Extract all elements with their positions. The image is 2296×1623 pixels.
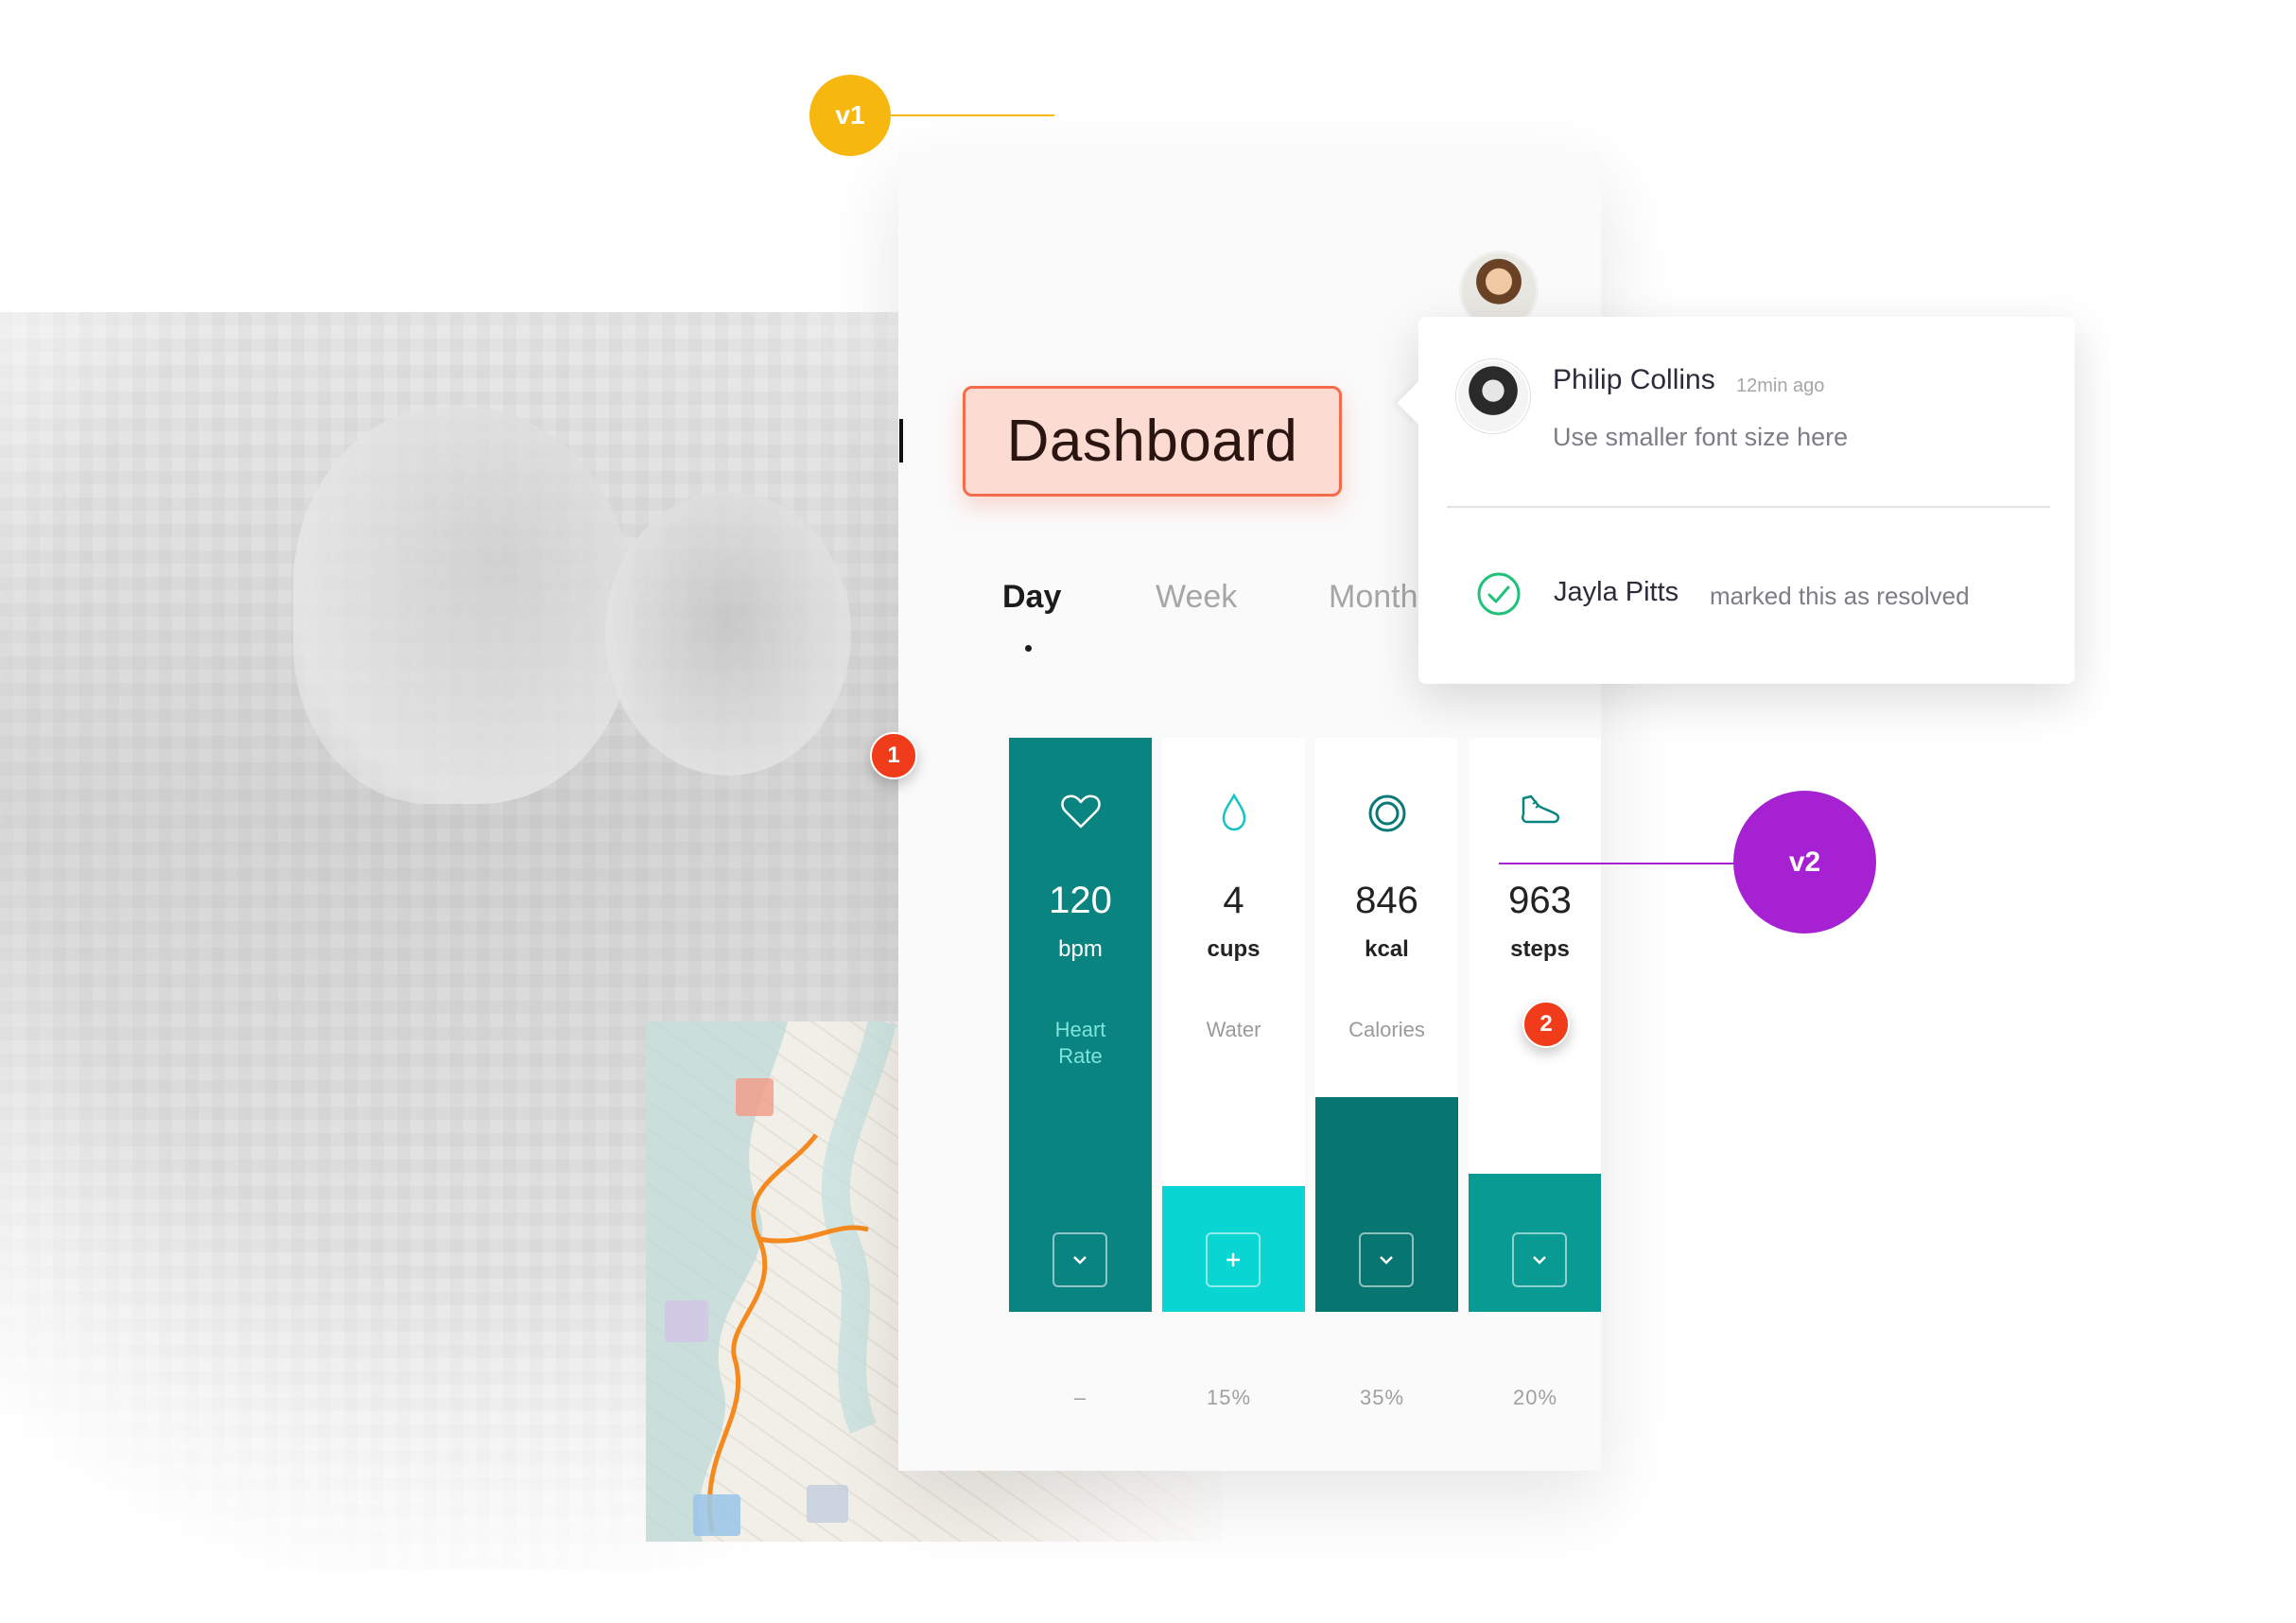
metric-label: Calories xyxy=(1348,1018,1425,1041)
calories-ring-icon xyxy=(1315,793,1458,834)
chevron-down-icon xyxy=(1380,1256,1393,1265)
text-cursor xyxy=(899,419,903,462)
tab-week[interactable]: Week xyxy=(1156,579,1237,616)
metric-label: Water xyxy=(1206,1018,1261,1041)
metric-unit: kcal xyxy=(1365,936,1409,962)
chevron-down-icon xyxy=(1533,1256,1546,1265)
resolved-text: marked this as resolved xyxy=(1710,582,1970,610)
metric-unit: bpm xyxy=(1058,936,1103,962)
metric-percent: 15% xyxy=(1206,1386,1252,1409)
metric-value: 4 xyxy=(1223,880,1244,921)
resolved-by[interactable]: Jayla Pitts xyxy=(1554,577,1679,608)
v1-connector xyxy=(891,114,1054,116)
metric-percent: – xyxy=(1073,1386,1087,1409)
version-marker-v1[interactable]: v1 xyxy=(809,75,891,156)
metric-value: 120 xyxy=(1049,880,1112,921)
metric-card-water[interactable]: 4 cups Water xyxy=(1162,738,1305,1312)
heart-icon xyxy=(1009,793,1152,830)
metric-percent: 20% xyxy=(1512,1386,1558,1409)
metric-unit: steps xyxy=(1510,936,1570,962)
commenter-avatar[interactable] xyxy=(1456,359,1530,433)
canvas: Dashboard Day Week Month 120 bpm Heart R… xyxy=(0,0,2296,1623)
water-drop-icon xyxy=(1162,793,1305,832)
tab-month[interactable]: Month xyxy=(1329,579,1418,616)
plus-icon xyxy=(1226,1253,1240,1266)
expand-button[interactable] xyxy=(1512,1232,1567,1287)
v2-connector xyxy=(1499,863,1735,864)
comment-pin-1[interactable]: 1 xyxy=(870,732,917,779)
comment-time: 12min ago xyxy=(1736,375,1825,396)
comment-popover: Philip Collins 12min ago Use smaller fon… xyxy=(1397,317,2075,684)
page-title-highlight[interactable]: Dashboard xyxy=(963,386,1342,497)
metric-unit: cups xyxy=(1207,936,1261,962)
metric-value: 846 xyxy=(1355,880,1418,921)
background-person-1 xyxy=(293,407,634,804)
active-tab-indicator xyxy=(1025,645,1032,652)
comment-text: Use smaller font size here xyxy=(1553,423,1849,451)
metric-card-calories[interactable]: 846 kcal Calories xyxy=(1315,738,1458,1312)
divider xyxy=(1447,506,2050,508)
chevron-down-icon xyxy=(1073,1256,1087,1265)
sneaker-icon xyxy=(1469,793,1601,827)
check-circle-icon xyxy=(1477,572,1521,616)
expand-button[interactable] xyxy=(1359,1232,1414,1287)
metric-percent: 35% xyxy=(1359,1386,1405,1409)
add-button[interactable] xyxy=(1206,1232,1261,1287)
comment-author[interactable]: Philip Collins xyxy=(1553,364,1715,396)
metric-value: 963 xyxy=(1508,880,1572,921)
version-marker-v2[interactable]: v2 xyxy=(1733,791,1876,934)
metric-card-heart-rate[interactable]: 120 bpm Heart Rate xyxy=(1009,738,1152,1312)
expand-button[interactable] xyxy=(1052,1232,1107,1287)
background-person-2 xyxy=(605,492,851,776)
metric-label: Heart Rate xyxy=(1054,1018,1106,1068)
comment-pin-2[interactable]: 2 xyxy=(1522,1001,1570,1048)
tab-day[interactable]: Day xyxy=(1002,579,1061,616)
page-title: Dashboard xyxy=(1006,409,1298,474)
